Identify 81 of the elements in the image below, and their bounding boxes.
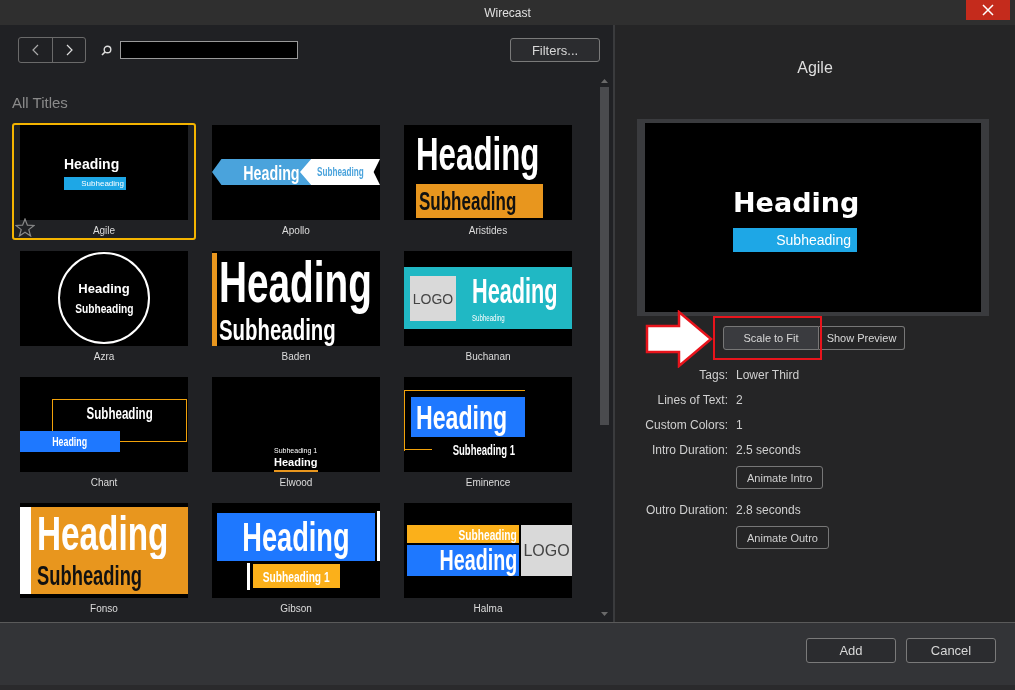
title-thumbnail[interactable]: Subheading Heading LOGO Halma [396, 501, 580, 618]
heading-text: Heading [31, 507, 188, 559]
title-name: Fonso [90, 603, 118, 615]
heading-text: Heading [77, 280, 131, 297]
title-thumbnail[interactable]: Heading Subheading 1 Gibson [204, 501, 388, 618]
field-label: Intro Duration: [651, 442, 728, 459]
subheading-text: Subheading [73, 300, 135, 317]
heading-text: Heading [274, 456, 319, 469]
subheading-text: Subheading [472, 312, 506, 324]
logo-placeholder: LOGO [410, 276, 456, 321]
close-button[interactable] [966, 0, 1010, 20]
field-value: 2 [736, 392, 743, 409]
show-preview-button[interactable]: Show Preview [819, 326, 905, 350]
search-field[interactable] [120, 41, 298, 59]
search-icon [101, 44, 112, 56]
field-label: Lines of Text: [657, 392, 728, 409]
close-icon [982, 4, 994, 16]
window-title: Wirecast [484, 5, 531, 20]
title-name: Baden [281, 351, 311, 363]
subheading-text: Subheading [300, 159, 380, 185]
subheading-text: Subheading [407, 525, 519, 543]
template-title: Agile [797, 59, 833, 76]
star-icon[interactable] [15, 218, 35, 237]
subheading-text: Subheading [31, 559, 188, 594]
accent-bar [247, 563, 250, 590]
heading-text: Heading [217, 513, 375, 561]
title-thumbnail[interactable]: Heading Subheading Azra [12, 249, 196, 366]
subheading-bar: Subheading [733, 228, 857, 252]
heading-text: Heading [733, 189, 860, 216]
field-value: 2.8 seconds [736, 502, 801, 519]
title-name: Chant [90, 477, 118, 489]
subheading-text: Subheading 1 [451, 440, 517, 459]
title-name: Eminence [465, 477, 511, 489]
field-value: Lower Third [736, 367, 800, 384]
heading-text: Heading [411, 397, 525, 437]
heading-text: Heading [64, 155, 121, 173]
underline-bar [274, 470, 318, 472]
title-thumbnail[interactable]: Subheading Heading Chant [12, 375, 196, 492]
section-title: All Titles [12, 95, 68, 111]
title-name: Azra [93, 351, 115, 363]
title-thumbnail[interactable]: Heading Subheading Baden [204, 249, 388, 366]
field-label: Outro Duration: [645, 502, 728, 519]
scroll-up-icon [600, 79, 608, 83]
heading-text: Heading [472, 270, 559, 310]
title-thumbnail[interactable]: LOGO Heading Subheading Buchanan [396, 249, 580, 366]
title-thumbnail[interactable]: Heading Subheading Apollo [204, 123, 388, 240]
title-thumbnail[interactable]: Heading Subheading Aristides [396, 123, 580, 240]
title-name: Halma [473, 603, 503, 615]
arrow-icon [645, 310, 713, 368]
heading-text: Heading [416, 127, 541, 181]
accent-bar [377, 511, 380, 561]
title-thumbnail[interactable]: Heading Subheading 1 Eminence [396, 375, 580, 492]
title-name: Buchanan [465, 351, 511, 363]
animate-button[interactable]: Animate Outro [736, 526, 829, 549]
scale-to-fit-button[interactable]: Scale to Fit [723, 326, 819, 350]
field-label: Custom Colors: [645, 417, 728, 434]
filters-button[interactable]: Filters... [510, 38, 600, 62]
title-name: Gibson [280, 603, 312, 615]
scroll-down-icon [600, 612, 608, 616]
cancel-button[interactable]: Cancel [906, 638, 996, 663]
subheading-text: Subheading [219, 313, 336, 346]
title-name: Aristides [468, 225, 508, 237]
title-name: Elwood [279, 477, 313, 489]
heading-text: Heading [219, 251, 373, 313]
title-name: Agile [92, 225, 116, 237]
field-value: 2.5 seconds [736, 442, 801, 459]
heading-text: Heading [20, 431, 120, 452]
logo-placeholder: LOGO [521, 525, 572, 576]
subheading-text: Subheading [416, 184, 543, 218]
heading-text: Heading [407, 545, 519, 576]
title-name: Apollo [282, 225, 310, 237]
title-thumbnail[interactable]: Heading Subheading Fonso [12, 501, 196, 618]
animate-button[interactable]: Animate Intro [736, 466, 824, 489]
add-button[interactable]: Add [806, 638, 896, 663]
subheading-text: Subheading [64, 177, 126, 190]
title-thumbnail[interactable]: Heading Subheading Agile [12, 123, 196, 240]
field-label: Tags: [699, 367, 728, 384]
subheading-text: Subheading [85, 402, 155, 425]
frame-line [404, 449, 432, 450]
subheading-text: Subheading 1 [253, 564, 340, 588]
field-value: 1 [736, 417, 743, 434]
